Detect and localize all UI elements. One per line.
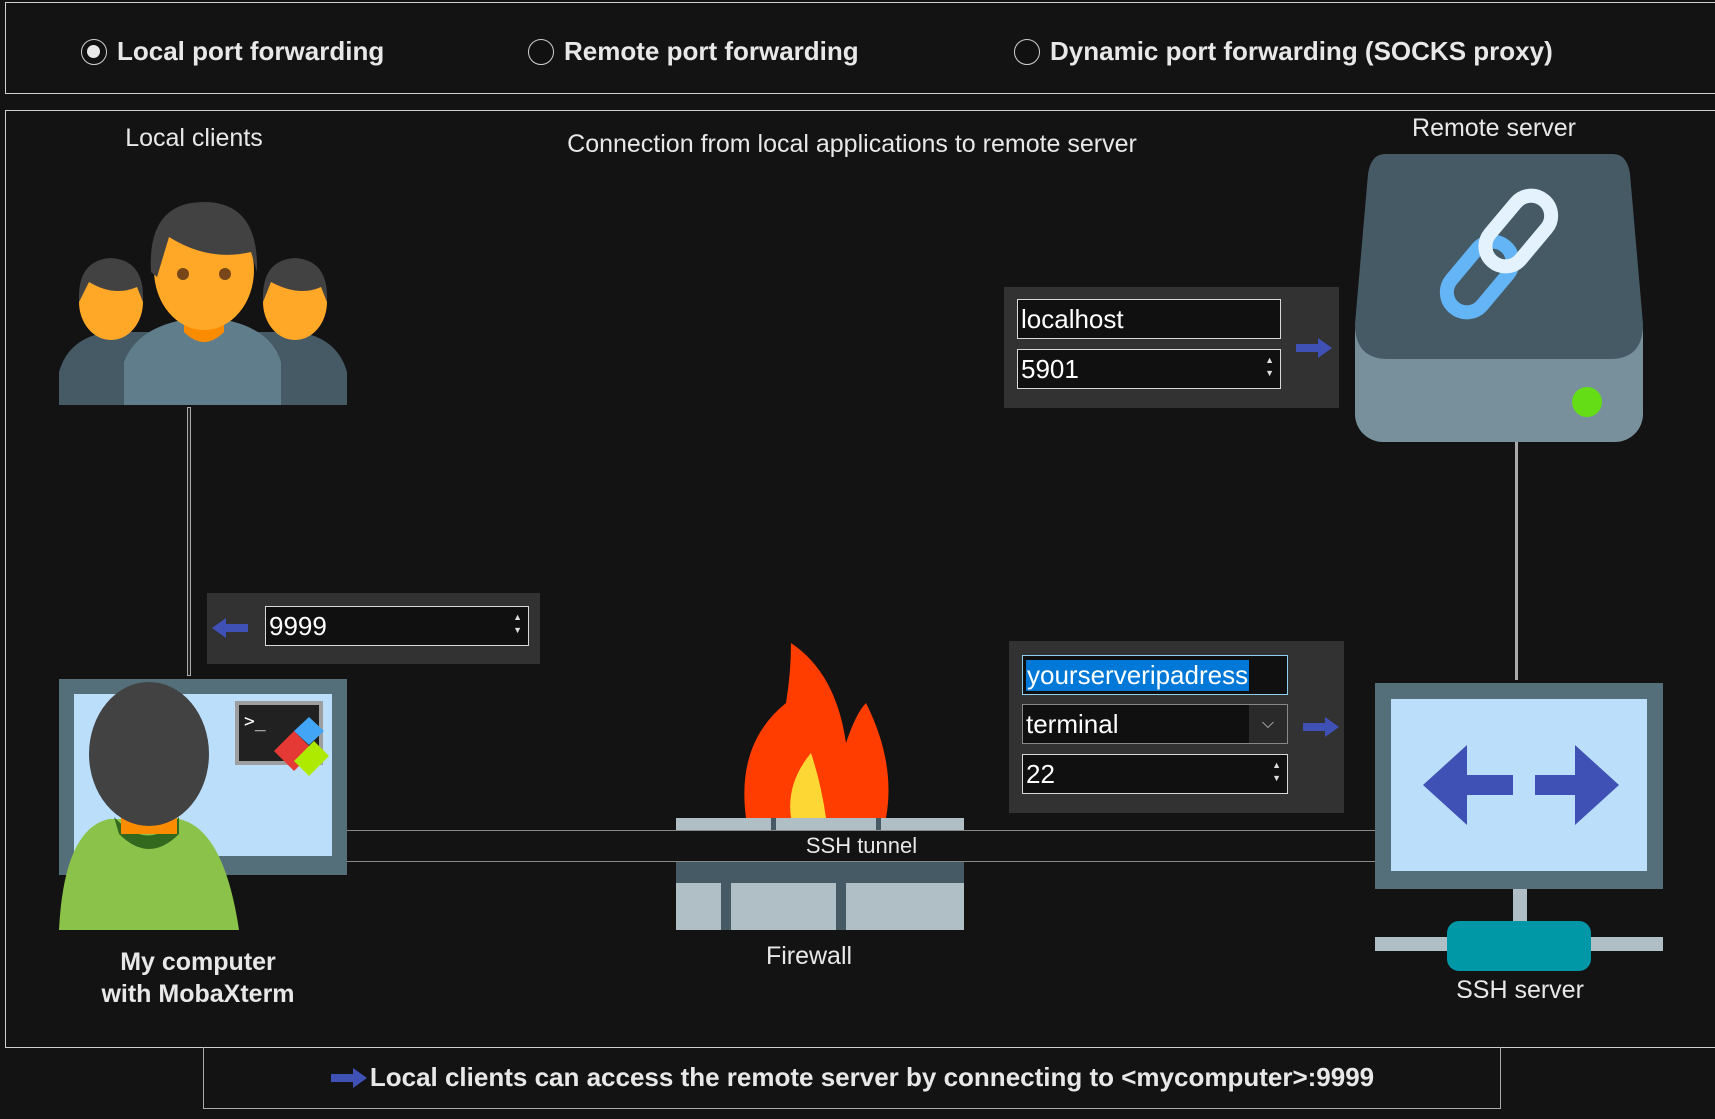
spinner-icon[interactable]: ▲ ▼ [1265,354,1274,380]
ssh-tunnel-label: SSH tunnel [805,833,918,858]
forwarded-port-input[interactable]: 9999 ▲ ▼ [265,606,529,646]
chevron-down-icon[interactable]: ⌵ [1249,705,1287,743]
ssh-server-icon [1375,683,1663,971]
ssh-port-input[interactable]: 22 ▲ ▼ [1022,754,1288,794]
radio-label: Remote port forwarding [564,36,859,66]
my-computer-icon: >_ [59,679,347,930]
remote-port-input[interactable]: 5901 ▲ ▼ [1017,349,1281,389]
remote-port-value: 5901 [1021,353,1079,384]
radio-icon [1014,38,1040,65]
remote-server-label: Remote server [1412,114,1576,142]
radio-selected-icon [81,38,107,65]
firewall-label: Firewall [765,942,853,970]
radio-local-forwarding[interactable]: Local port forwarding [81,36,384,67]
connector-line-server [1515,442,1518,680]
spinner-icon[interactable]: ▲ ▼ [1272,759,1281,785]
remote-host-input[interactable]: localhost [1017,299,1281,339]
ssh-server-input[interactable]: yourserveripadress [1022,655,1288,695]
ssh-server-value: yourserveripadress [1026,659,1250,691]
my-computer-label-2: with MobaXterm [101,980,295,1008]
remote-host-value: localhost [1021,303,1124,334]
ssh-user-value: terminal [1026,708,1119,739]
arrow-left-icon [212,618,248,638]
description-label: Connection from local applications to re… [567,130,1137,158]
radio-dynamic-forwarding[interactable]: Dynamic port forwarding (SOCKS proxy) [1014,36,1553,67]
svg-text:>_: >_ [244,711,266,732]
arrow-right-icon [1296,338,1332,358]
local-clients-icon [59,202,347,405]
radio-icon [528,38,554,65]
firewall-icon [676,643,964,930]
arrow-right-icon [1303,717,1339,737]
local-clients-label: Local clients [125,124,263,152]
my-computer-label: My computer [120,948,276,976]
spinner-icon[interactable]: ▲ ▼ [513,611,522,637]
status-text: Local clients can access the remote serv… [369,1062,1375,1092]
arrow-right-icon [330,1067,367,1088]
remote-server-icon [1355,154,1643,442]
ssh-server-label: SSH server [1456,976,1584,1004]
connector-line [187,407,191,676]
ssh-port-value: 22 [1026,758,1055,789]
forwarded-port-value: 9999 [269,610,327,641]
ssh-user-select[interactable]: terminal ⌵ [1022,704,1288,744]
status-box: Local clients can access the remote serv… [203,1047,1501,1109]
radio-label: Local port forwarding [117,36,385,66]
radio-remote-forwarding[interactable]: Remote port forwarding [528,36,859,67]
ssh-tunnel: SSH tunnel [347,830,1376,862]
radio-label: Dynamic port forwarding (SOCKS proxy) [1050,36,1553,66]
